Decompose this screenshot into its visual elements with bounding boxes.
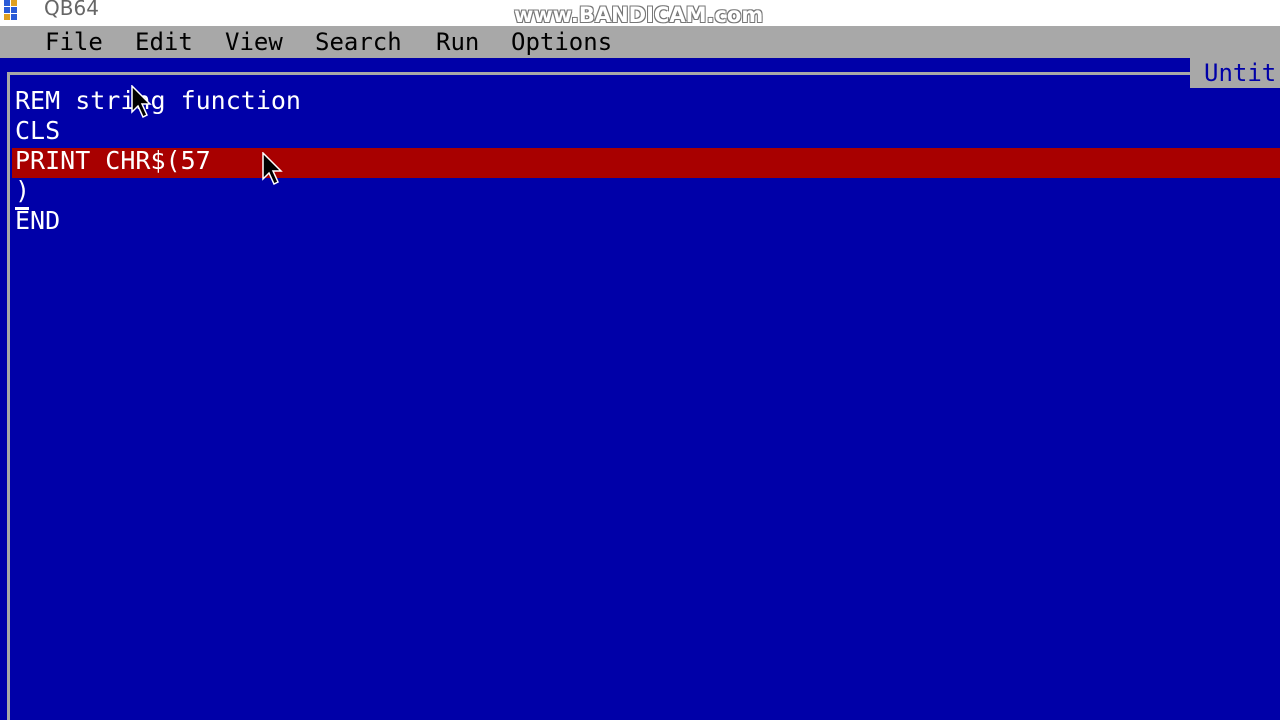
code-line[interactable]: REM string function	[15, 86, 301, 116]
editor-border-left	[7, 72, 10, 720]
qb64-app-icon	[4, 0, 34, 20]
code-line[interactable]: )	[15, 176, 30, 206]
menu-edit[interactable]: Edit	[135, 26, 193, 58]
mouse-pointer-icon	[262, 152, 283, 186]
menu-options[interactable]: Options	[511, 26, 612, 58]
menu-run[interactable]: Run	[436, 26, 479, 58]
code-line[interactable]: END	[15, 206, 60, 236]
text-cursor	[15, 207, 29, 210]
menu-search[interactable]: Search	[315, 26, 402, 58]
window-titlebar: QB64 www.BANDICAM.com	[0, 0, 1280, 27]
editor-border-top	[7, 72, 1190, 75]
mouse-pointer-icon	[131, 85, 152, 119]
window-title: QB64	[44, 0, 99, 20]
menu-bar: File Edit View Search Run Options	[0, 26, 1280, 58]
code-line-current[interactable]: PRINT CHR$(57	[15, 146, 211, 176]
code-line[interactable]: CLS	[15, 116, 60, 146]
code-editor[interactable]: Untit REM string function CLS PRINT CHR$…	[0, 58, 1280, 720]
menu-file[interactable]: File	[45, 26, 103, 58]
menu-view[interactable]: View	[225, 26, 283, 58]
file-name-tab[interactable]: Untit	[1190, 58, 1280, 88]
bandicam-watermark: www.BANDICAM.com	[514, 3, 764, 27]
